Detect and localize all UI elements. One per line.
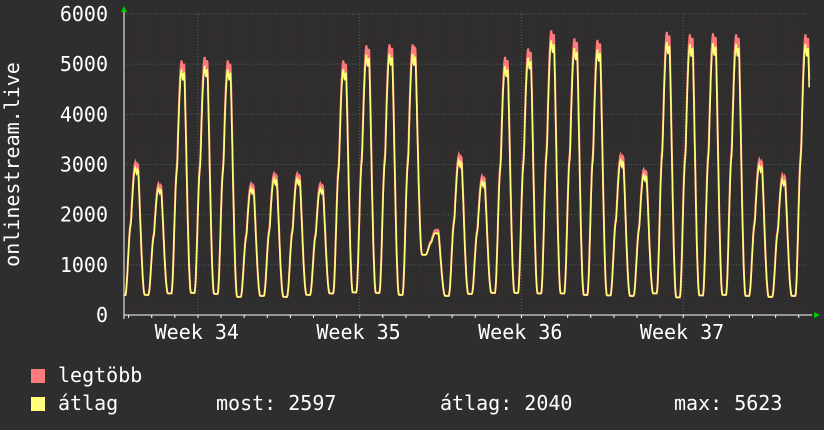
legend-swatch-max [30,368,46,384]
y-tick-label: 1000 [60,253,108,277]
y-tick-label: 0 [96,303,108,327]
y-tick-label: 4000 [60,102,108,126]
y-tick-label: 2000 [60,203,108,227]
y-tick-label: 6000 [60,2,108,26]
x-tick-label: Week 34 [155,320,239,344]
legend-label-max: legtöbb [58,363,143,387]
legend-row-avg: átlag most: 2597 átlag: 2040 max: 5623 [30,390,810,418]
line-chart: 0 1000 2000 3000 4000 5000 6000 Week 34 Week 35 W… [0,2,820,344]
legend-row-max: legtöbb [30,362,810,390]
y-axis-arrow [121,6,127,12]
x-axis-arrow [814,312,820,318]
x-tick-label: Week 35 [316,320,400,344]
y-axis-title: onlinestream.live [0,62,24,267]
legend: legtöbb átlag most: 2597 átlag: 2040 max… [30,362,810,418]
y-tick-label: 5000 [60,52,108,76]
stat-average: átlag: 2040 [440,391,573,415]
legend-label-avg: átlag [58,391,119,415]
x-tick-label: Week 36 [478,320,562,344]
stat-now: most: 2597 [216,391,337,415]
y-tick-label: 3000 [60,153,108,177]
legend-swatch-avg [30,396,46,412]
x-tick-label: Week 37 [640,320,724,344]
stat-max: max: 5623 [674,391,783,415]
graph-root: 0 1000 2000 3000 4000 5000 6000 Week 34 Week 35 W… [0,0,824,430]
